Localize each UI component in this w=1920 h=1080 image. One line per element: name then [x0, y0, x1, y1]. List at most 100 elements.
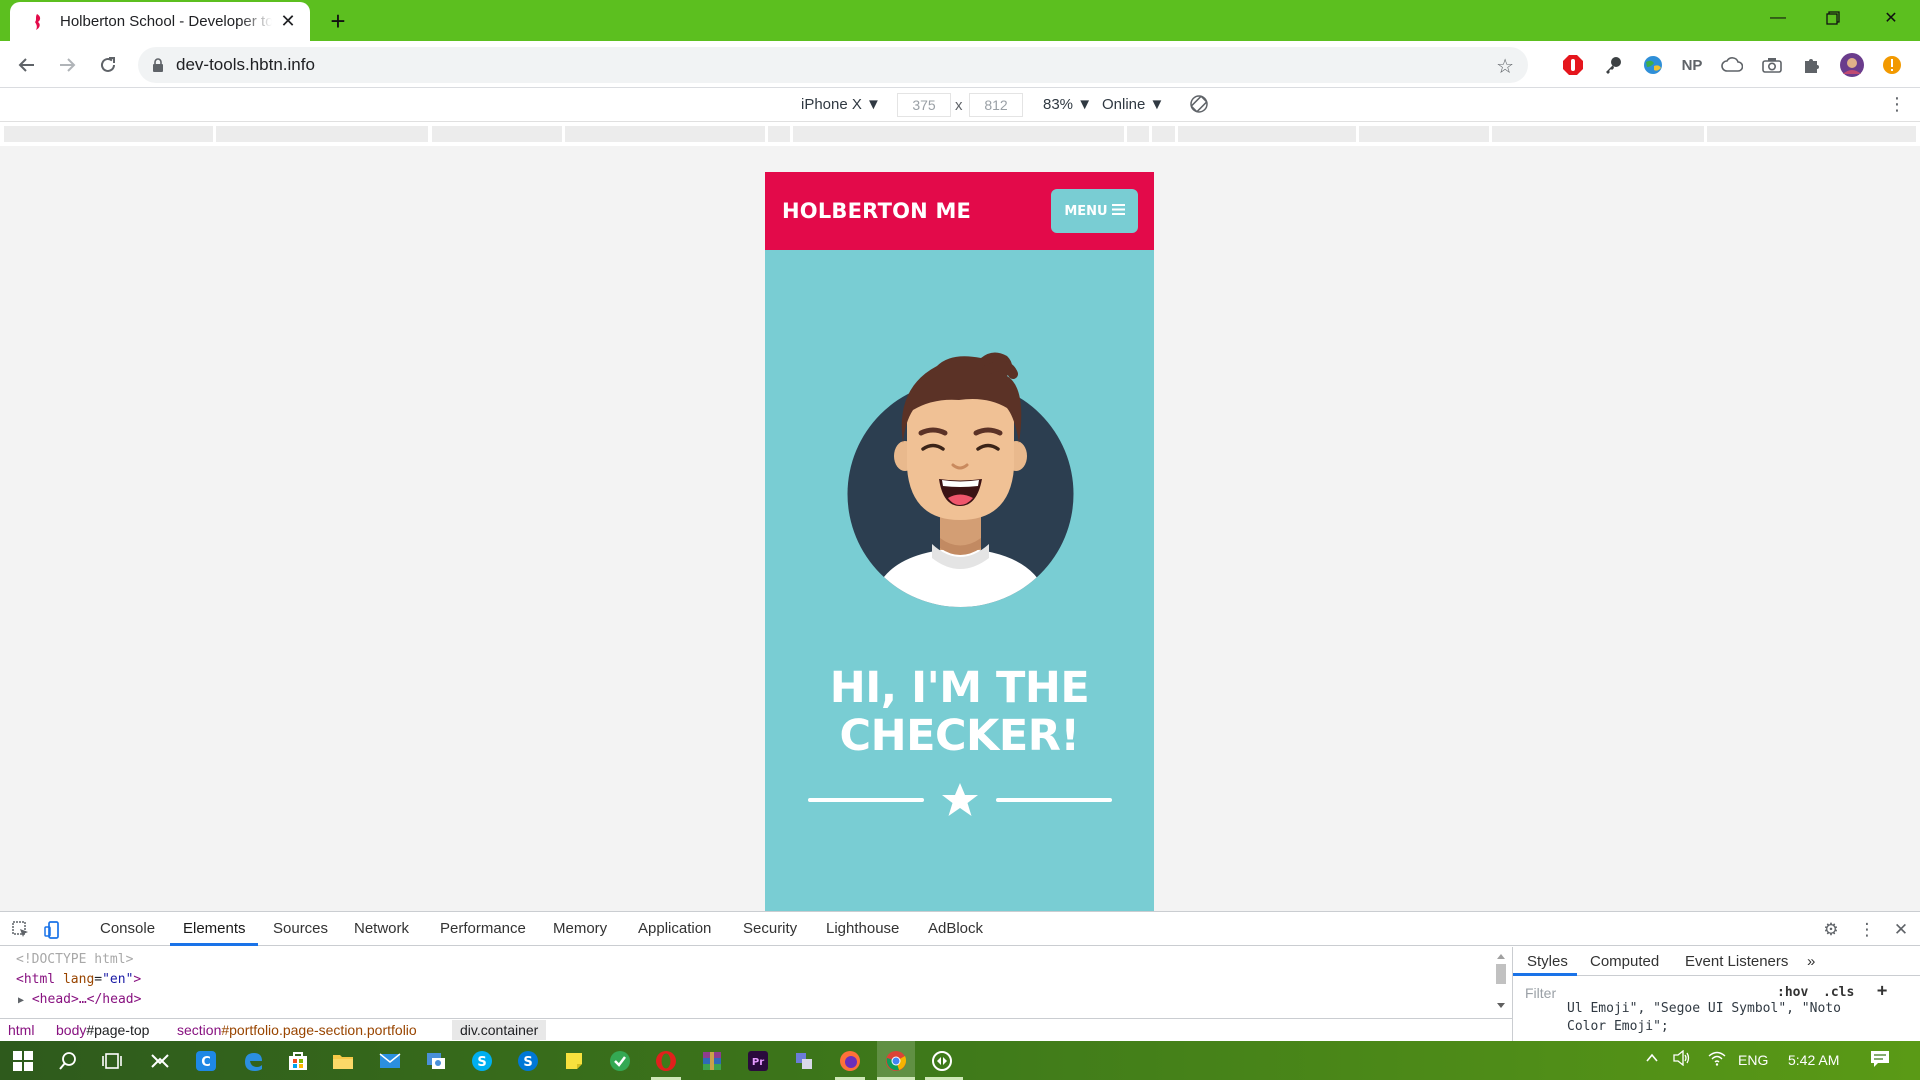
app-icon-3[interactable]: [607, 1048, 633, 1074]
reload-icon[interactable]: [93, 50, 123, 80]
media-query-segment[interactable]: [1492, 126, 1704, 142]
device-select[interactable]: iPhone X ▼: [801, 96, 881, 113]
media-query-segment[interactable]: [432, 126, 562, 142]
rotate-icon[interactable]: [1189, 94, 1209, 118]
event-listeners-tab[interactable]: Event Listeners: [1685, 953, 1788, 970]
app-icon-1[interactable]: [147, 1048, 173, 1074]
new-tab-button[interactable]: +: [325, 6, 351, 36]
more-tabs-icon[interactable]: »: [1807, 953, 1815, 970]
devtools-tab-lighthouse[interactable]: Lighthouse: [826, 920, 899, 937]
sticky-notes-icon[interactable]: [561, 1048, 587, 1074]
inspect-element-icon[interactable]: [10, 919, 32, 941]
notifications-icon[interactable]: [1870, 1050, 1890, 1071]
devtools-tab-network[interactable]: Network: [354, 920, 409, 937]
computed-tab[interactable]: Computed: [1590, 953, 1659, 970]
device-toolbar-more-icon[interactable]: ⋮: [1888, 94, 1906, 115]
devtools-tab-memory[interactable]: Memory: [553, 920, 607, 937]
app-icon-4[interactable]: [791, 1048, 817, 1074]
width-input[interactable]: 375: [897, 93, 951, 117]
update-icon[interactable]: [1879, 52, 1905, 78]
breadcrumb-body[interactable]: body#page-top: [56, 1022, 149, 1038]
media-query-segment[interactable]: [1359, 126, 1489, 142]
search-icon[interactable]: [55, 1048, 81, 1074]
mail-icon[interactable]: [377, 1048, 403, 1074]
np-extension-icon[interactable]: NP: [1679, 52, 1705, 78]
site-brand[interactable]: HOLBERTON ME: [782, 199, 971, 223]
media-query-segment[interactable]: [793, 126, 1124, 142]
forward-icon[interactable]: [52, 50, 82, 80]
network-throttle-select[interactable]: Online ▼: [1102, 96, 1164, 113]
device-toggle-icon[interactable]: [42, 919, 64, 941]
dom-tree-scrollbar[interactable]: [1494, 952, 1508, 1010]
chrome-icon[interactable]: [877, 1041, 915, 1080]
styles-tab[interactable]: Styles: [1527, 953, 1568, 970]
wifi-icon[interactable]: [1708, 1050, 1726, 1069]
media-query-segment[interactable]: [1152, 126, 1175, 142]
styles-filter-input[interactable]: Filter: [1525, 985, 1556, 1001]
volume-icon[interactable]: [1673, 1049, 1691, 1069]
skype-business-icon[interactable]: S: [515, 1048, 541, 1074]
opera-icon[interactable]: [653, 1048, 679, 1074]
restore-icon[interactable]: [1804, 0, 1862, 36]
dom-doctype[interactable]: <!DOCTYPE html>: [16, 952, 133, 967]
profile-avatar[interactable]: [1839, 52, 1865, 78]
menu-button[interactable]: MENU: [1051, 189, 1138, 233]
tray-chevron-icon[interactable]: [1644, 1050, 1660, 1069]
address-bar[interactable]: dev-tools.hbtn.info ☆: [138, 47, 1528, 83]
media-query-segment[interactable]: [216, 126, 428, 142]
camera-icon[interactable]: [1759, 52, 1785, 78]
devtools-close-icon[interactable]: ✕: [1890, 919, 1912, 941]
devtools-menu-icon[interactable]: ⋮: [1856, 919, 1878, 941]
breadcrumb-html[interactable]: html: [8, 1022, 34, 1038]
clock[interactable]: 5:42 AM: [1788, 1052, 1839, 1068]
store-icon[interactable]: [285, 1048, 311, 1074]
devtools-tab-console[interactable]: Console: [100, 920, 155, 937]
winrar-icon[interactable]: [699, 1048, 725, 1074]
app-icon-2[interactable]: [423, 1048, 449, 1074]
premiere-icon[interactable]: Pr: [745, 1048, 771, 1074]
media-query-segment[interactable]: [4, 126, 213, 142]
dom-html-node[interactable]: <html lang="en">: [16, 972, 141, 987]
firefox-icon[interactable]: [837, 1048, 863, 1074]
devtools-tab-performance[interactable]: Performance: [440, 920, 526, 937]
cloud-icon[interactable]: [1719, 52, 1745, 78]
hov-toggle[interactable]: :hov: [1777, 985, 1808, 1000]
media-query-segment[interactable]: [1127, 126, 1149, 142]
height-input[interactable]: 812: [969, 93, 1023, 117]
dom-head-node[interactable]: ▶ <head>…</head>: [18, 992, 141, 1007]
new-style-rule-button[interactable]: +: [1877, 981, 1887, 1001]
breadcrumb-div-container[interactable]: div.container: [452, 1020, 547, 1040]
skype-icon[interactable]: S: [469, 1048, 495, 1074]
expand-triangle-icon[interactable]: ▶: [18, 995, 24, 1006]
windows-start-icon[interactable]: [10, 1048, 36, 1074]
language-indicator[interactable]: ENG: [1738, 1052, 1768, 1068]
breadcrumb-section[interactable]: section#portfolio.page-section.portfolio: [177, 1022, 417, 1038]
app-c-icon[interactable]: C: [193, 1048, 219, 1074]
media-query-segment[interactable]: [565, 126, 765, 142]
key-icon[interactable]: [1600, 52, 1626, 78]
cls-toggle[interactable]: .cls: [1823, 985, 1854, 1000]
zoom-select[interactable]: 83% ▼: [1043, 96, 1092, 113]
devtools-tab-application[interactable]: Application: [638, 920, 711, 937]
media-query-segment[interactable]: [1178, 126, 1356, 142]
close-window-icon[interactable]: ✕: [1862, 0, 1920, 36]
devtools-tab-adblock[interactable]: AdBlock: [928, 920, 983, 937]
file-explorer-icon[interactable]: [330, 1048, 356, 1074]
devtools-tab-elements[interactable]: Elements: [183, 920, 246, 937]
adblock-icon[interactable]: [1560, 52, 1586, 78]
settings-gear-icon[interactable]: ⚙: [1820, 919, 1842, 941]
app-icon-5[interactable]: [929, 1048, 955, 1074]
media-query-segment[interactable]: [1707, 126, 1916, 142]
tab-close-icon[interactable]: ✕: [278, 11, 298, 32]
browser-tab[interactable]: Holberton School - Developer tools ✕: [10, 2, 310, 41]
edge-icon[interactable]: [240, 1048, 266, 1074]
puzzle-icon[interactable]: [1799, 52, 1825, 78]
devtools-tab-security[interactable]: Security: [743, 920, 797, 937]
minimize-icon[interactable]: —: [1749, 0, 1807, 36]
devtools-tab-sources[interactable]: Sources: [273, 920, 328, 937]
globe-icon[interactable]: [1640, 52, 1666, 78]
task-view-icon[interactable]: [99, 1048, 125, 1074]
media-query-segment[interactable]: [768, 126, 790, 142]
back-icon[interactable]: [12, 50, 42, 80]
bookmark-star-icon[interactable]: ☆: [1496, 54, 1514, 79]
